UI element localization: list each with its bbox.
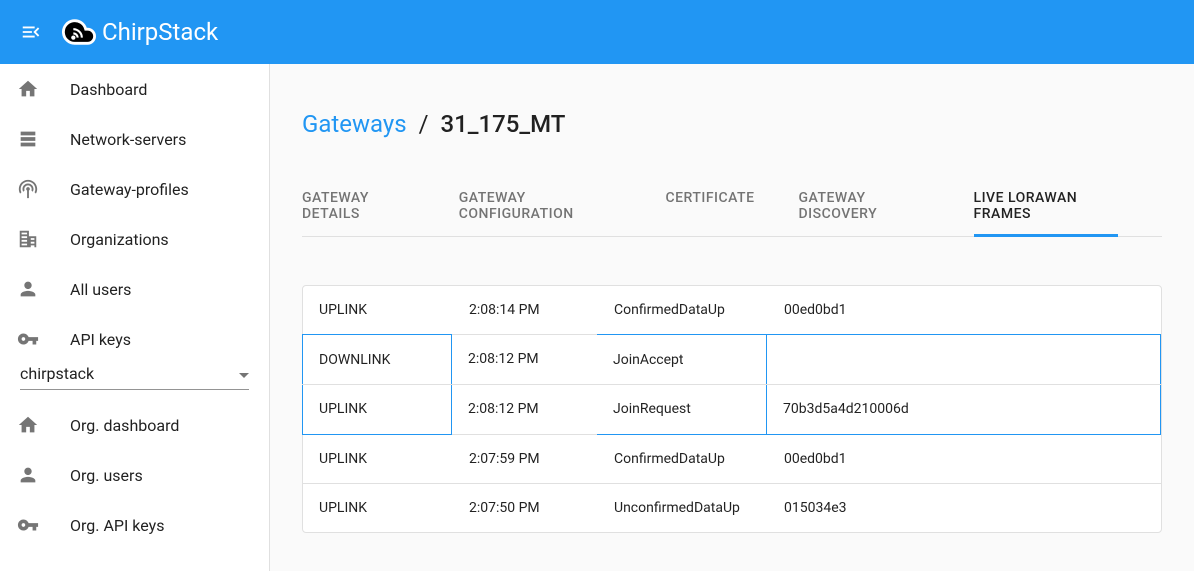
- app-header: ChirpStack: [0, 0, 1194, 64]
- main-content: Gateways / 31_175_MT GATEWAY DETAILSGATE…: [270, 64, 1194, 571]
- frame-addr: [767, 334, 1161, 384]
- frame-row[interactable]: UPLINK2:08:12 PMJoinRequest70b3d5a4d2100…: [303, 385, 1161, 435]
- sidebar-item-dashboard[interactable]: Dashboard: [0, 64, 269, 114]
- sidebar: Dashboard Network-servers Gateway-profiles…: [0, 64, 270, 571]
- sidebar-item-org-dashboard[interactable]: Org. dashboard: [0, 400, 269, 450]
- chevron-down-icon: [239, 364, 249, 383]
- person-icon: [16, 463, 40, 487]
- frame-addr: 015034e3: [768, 484, 1161, 532]
- frame-type: JoinAccept: [597, 334, 767, 384]
- home-icon: [16, 77, 40, 101]
- building-icon: [16, 227, 40, 251]
- frame-time: 2:07:59 PM: [453, 435, 598, 483]
- breadcrumb-current: 31_175_MT: [440, 110, 565, 138]
- frame-direction: UPLINK: [303, 484, 453, 532]
- frame-direction: UPLINK: [303, 286, 453, 334]
- sidebar-item-org-users[interactable]: Org. users: [0, 450, 269, 500]
- frame-row[interactable]: DOWNLINK2:08:12 PMJoinAccept: [303, 335, 1161, 385]
- sidebar-item-label: Network-servers: [70, 130, 186, 149]
- frame-type: JoinRequest: [597, 385, 767, 435]
- brand-name: ChirpStack: [102, 18, 218, 46]
- sidebar-item-label: Org. dashboard: [70, 416, 179, 435]
- key-icon: [16, 513, 40, 537]
- sidebar-item-network-servers[interactable]: Network-servers: [0, 114, 269, 164]
- sidebar-item-all-users[interactable]: All users: [0, 264, 269, 314]
- frame-row[interactable]: UPLINK2:07:50 PMUnconfirmedDataUp015034e…: [303, 484, 1161, 532]
- sidebar-item-api-keys[interactable]: API keys: [0, 314, 269, 364]
- person-icon: [16, 277, 40, 301]
- tab-live-lorawan-frames[interactable]: LIVE LORAWAN FRAMES: [974, 178, 1118, 237]
- tab-gateway-discovery[interactable]: GATEWAY DISCOVERY: [799, 178, 930, 236]
- frame-row[interactable]: UPLINK2:07:59 PMConfirmedDataUp00ed0bd1: [303, 435, 1161, 484]
- server-icon: [16, 127, 40, 151]
- sidebar-item-gateway-profiles[interactable]: Gateway-profiles: [0, 164, 269, 214]
- tabs: GATEWAY DETAILS GATEWAY CONFIGURATION CERT…: [302, 178, 1162, 237]
- sidebar-item-org-api-keys[interactable]: Org. API keys: [0, 500, 269, 550]
- tab-gateway-configuration[interactable]: GATEWAY CONFIGURATION: [459, 178, 622, 236]
- frame-type: ConfirmedDataUp: [598, 286, 768, 334]
- sidebar-item-label: Org. users: [70, 466, 143, 485]
- frame-row[interactable]: UPLINK2:08:14 PMConfirmedDataUp00ed0bd1: [303, 286, 1161, 335]
- frame-addr: 00ed0bd1: [768, 286, 1161, 334]
- frame-addr: 70b3d5a4d210006d: [767, 385, 1161, 435]
- sidebar-item-organizations[interactable]: Organizations: [0, 214, 269, 264]
- key-icon: [16, 327, 40, 351]
- frame-type: ConfirmedDataUp: [598, 435, 768, 483]
- sidebar-item-label: Org. API keys: [70, 516, 164, 535]
- org-selector-value: chirpstack: [20, 364, 94, 383]
- menu-toggle-icon[interactable]: [20, 21, 42, 43]
- frame-direction: DOWNLINK: [302, 334, 452, 384]
- frame-time: 2:08:14 PM: [453, 286, 598, 334]
- sidebar-item-label: All users: [70, 280, 131, 299]
- frame-time: 2:08:12 PM: [452, 335, 597, 384]
- breadcrumb: Gateways / 31_175_MT: [302, 110, 1162, 138]
- breadcrumb-link-gateways[interactable]: Gateways: [302, 110, 407, 138]
- frame-type: UnconfirmedDataUp: [598, 484, 768, 532]
- home-icon: [16, 413, 40, 437]
- frame-time: 2:08:12 PM: [452, 385, 597, 434]
- antenna-icon: [16, 177, 40, 201]
- frame-addr: 00ed0bd1: [768, 435, 1161, 483]
- breadcrumb-separator: /: [419, 110, 429, 138]
- frame-direction: UPLINK: [302, 385, 452, 435]
- org-selector[interactable]: chirpstack: [20, 364, 249, 390]
- app-logo[interactable]: ChirpStack: [62, 15, 218, 49]
- sidebar-item-label: Gateway-profiles: [70, 180, 189, 199]
- sidebar-item-label: Dashboard: [70, 80, 147, 99]
- frame-direction: UPLINK: [303, 435, 453, 483]
- sidebar-item-label: Organizations: [70, 230, 169, 249]
- sidebar-item-label: API keys: [70, 330, 131, 349]
- frames-table: UPLINK2:08:14 PMConfirmedDataUp00ed0bd1D…: [302, 285, 1162, 533]
- tab-gateway-details[interactable]: GATEWAY DETAILS: [302, 178, 415, 236]
- tab-certificate[interactable]: CERTIFICATE: [665, 178, 754, 236]
- frame-time: 2:07:50 PM: [453, 484, 598, 532]
